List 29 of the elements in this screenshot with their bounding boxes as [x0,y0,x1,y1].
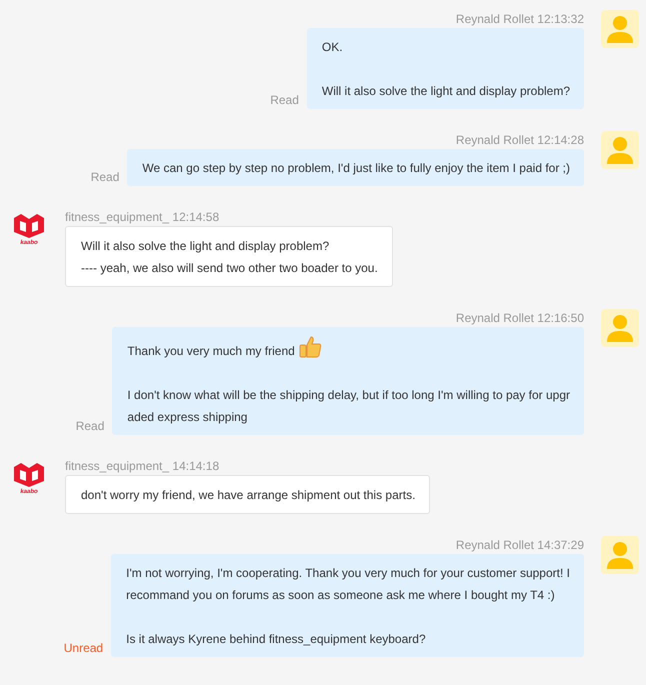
message-text: I don't know what will be the shipping delay, but if too long I'm willing to pay for upgr [127,387,570,404]
shield-logo-icon [12,462,46,488]
sender-time: fitness_equipment_ 14:14:18 [65,459,220,473]
user-avatar-icon [601,131,639,169]
message-text: OK. [322,39,343,56]
sender-time: Reynald Rollet 12:14:28 [456,133,584,147]
read-status: Read [270,93,299,107]
message-text: Will it also solve the light and display problem? [322,83,570,100]
read-status: Read [76,419,104,433]
message-text: don't worry my friend, we have arrange shipment out this parts. [81,487,416,504]
sender-time: Reynald Rollet 12:16:50 [456,311,584,325]
shield-logo-icon [12,213,46,239]
thumbs-up-icon [298,335,322,359]
message-text: Will it also solve the light and display problem? [81,238,330,255]
message-text: Is it always Kyrene behind fitness_equipment keyboard? [126,631,426,648]
user-avatar-icon [601,309,639,347]
user-avatar-icon [601,536,639,574]
sender-time: fitness_equipment_ 12:14:58 [65,210,220,224]
message-text: I'm not worrying, I'm cooperating. Thank you very much for your customer support! I [126,565,570,582]
sender-time: Reynald Rollet 14:37:29 [456,538,584,552]
message-text: recommand you on forums as soon as someone ask me where I bought my T4 :) [126,587,555,604]
message-text: ---- yeah, we also will send two other two boader to you. [81,260,378,277]
sender-time: Reynald Rollet 12:13:32 [456,12,584,26]
message-text: aded express shipping [127,409,248,426]
read-status: Read [90,170,120,184]
message-text: Thank you very much my friend [127,343,295,360]
read-status: Unread [64,641,104,655]
message-text: We can go step by step no problem, I'd just like to fully enjoy the item I paid for ;) [142,160,570,177]
user-avatar-icon [601,10,639,48]
